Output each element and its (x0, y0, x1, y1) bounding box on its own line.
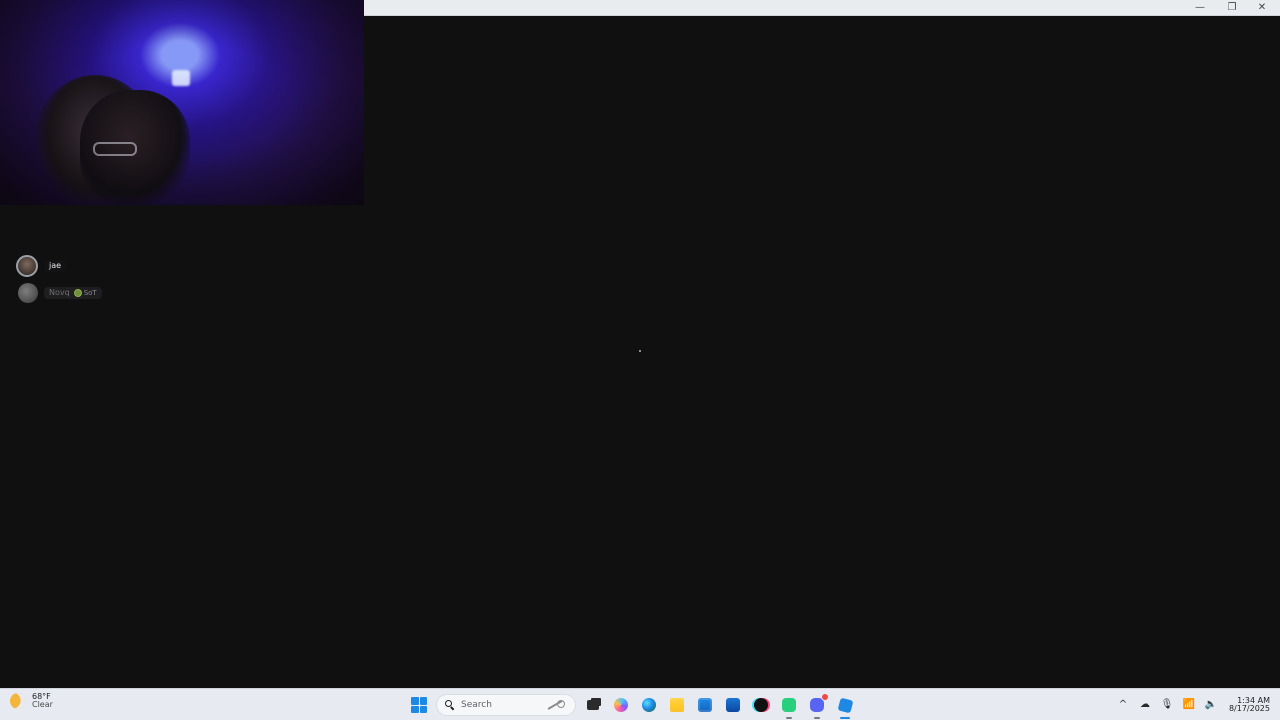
taskbar-app-file-explorer[interactable] (666, 694, 688, 716)
weather-text: 68°F Clear (32, 692, 53, 710)
folder-icon (670, 698, 684, 712)
voice-user-tag-text: SoT (83, 288, 97, 297)
minimize-button[interactable]: — (1186, 0, 1214, 15)
search-placeholder: Search (461, 700, 492, 710)
search-icon (445, 700, 455, 710)
search-highlight-icon (545, 698, 567, 712)
system-tray: ^ ☁ 🎙 📶 🔈 1:34 AM 8/17/2025 (1116, 693, 1270, 717)
taskbar-app-store[interactable] (694, 694, 716, 716)
voice-user-name: jae (49, 261, 62, 270)
windows-logo-icon (419, 705, 427, 713)
taskbar-app-outlook[interactable] (722, 694, 744, 716)
copilot-icon (614, 698, 628, 712)
taskbar-search[interactable]: Search (436, 694, 576, 716)
notification-badge (821, 693, 829, 701)
webcam-vignette (0, 0, 364, 205)
weather-condition: Clear (32, 700, 53, 710)
outlook-icon (726, 698, 740, 712)
avatar (16, 255, 38, 277)
network-button[interactable]: 📶 (1182, 698, 1196, 712)
voice-user-name-chip: jae (44, 260, 67, 272)
chat-icon (782, 698, 796, 712)
badge-icon (73, 289, 82, 297)
webcam-overlay (0, 0, 364, 205)
wifi-icon: 📶 (1182, 699, 1196, 710)
desktop: — ❐ ✕ jae Novq SoT 68°F Clear Search ^ ☁… (0, 0, 1280, 720)
close-button[interactable]: ✕ (1248, 0, 1276, 15)
windows-logo-icon (411, 697, 419, 705)
voice-user-name-chip: Novq SoT (44, 287, 102, 299)
start-button[interactable] (408, 694, 430, 716)
taskbar-app-copilot[interactable] (610, 694, 632, 716)
taskbar-app-chat[interactable] (778, 694, 800, 719)
app-running-indicator (786, 717, 792, 719)
app-window-titlebar[interactable]: — ❐ ✕ (364, 0, 1280, 16)
taskbar: 68°F Clear Search ^ ☁ 🎙 📶 🔈 1:34 AM 8/17… (0, 688, 1280, 720)
show-hidden-icons-button[interactable]: ^ (1116, 698, 1130, 712)
taskbar-app-roblox[interactable] (834, 694, 856, 719)
minimize-icon: — (1195, 1, 1205, 13)
clock[interactable]: 1:34 AM 8/17/2025 (1226, 696, 1270, 714)
edge-icon (642, 698, 656, 712)
weather-widget[interactable]: 68°F Clear (7, 691, 53, 712)
restore-button[interactable]: ❐ (1218, 0, 1246, 15)
taskbar-app-tiktok[interactable] (750, 694, 772, 716)
app-active-indicator (840, 717, 850, 719)
tiktok-icon (754, 698, 768, 712)
clock-date: 8/17/2025 (1228, 704, 1270, 713)
voice-user-jae[interactable]: jae (16, 255, 102, 277)
microphone-icon: 🎙 (1160, 699, 1174, 710)
onedrive-button[interactable]: ☁ (1138, 698, 1152, 712)
taskbar-app-edge[interactable] (638, 694, 660, 716)
moon-icon (7, 691, 29, 712)
cursor-dot (639, 350, 641, 352)
store-icon (698, 698, 712, 712)
taskbar-app-task-view[interactable] (582, 694, 604, 716)
speaker-icon: 🔈 (1204, 699, 1218, 710)
app-running-indicator (814, 717, 820, 719)
close-icon: ✕ (1257, 1, 1267, 13)
voice-user-novq[interactable]: Novq SoT (16, 283, 102, 303)
windows-logo-icon (411, 705, 419, 713)
avatar (18, 283, 38, 303)
cloud-icon: ☁ (1140, 699, 1150, 710)
restore-icon: ❐ (1227, 1, 1237, 13)
voice-user-tag: SoT (73, 288, 97, 297)
taskbar-center: Search (408, 693, 856, 719)
windows-logo-icon (419, 697, 427, 705)
chevron-up-icon: ^ (1118, 699, 1128, 710)
roblox-icon (837, 697, 853, 713)
taskbar-app-discord[interactable] (806, 693, 829, 719)
taskview-icon (587, 700, 599, 710)
microphone-button[interactable]: 🎙 (1160, 698, 1174, 712)
voice-user-name: Novq (49, 288, 70, 297)
volume-button[interactable]: 🔈 (1204, 698, 1218, 712)
voice-users-list: jae Novq SoT (16, 255, 102, 309)
